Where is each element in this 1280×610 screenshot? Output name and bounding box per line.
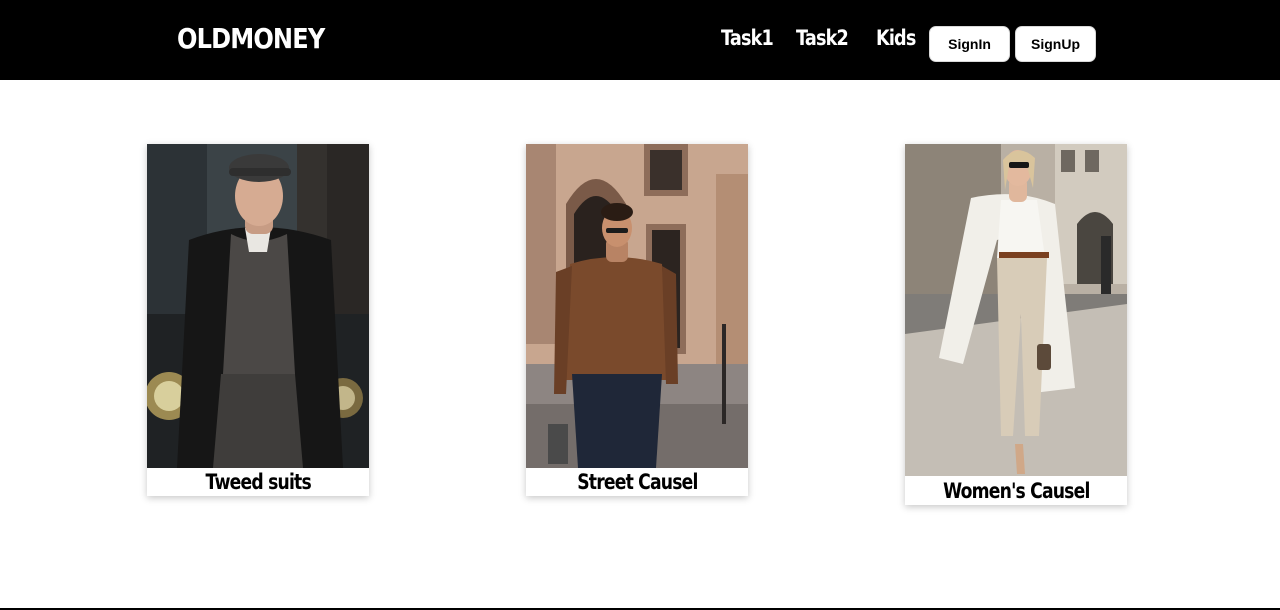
nav-link-task2[interactable]: Task2 xyxy=(796,26,849,50)
card-caption: Women's Causel xyxy=(942,479,1090,503)
card-image-street-causel xyxy=(526,144,748,468)
nav-link-kids[interactable]: Kids xyxy=(876,26,916,50)
card-caption: Tweed suits xyxy=(205,470,311,494)
site-logo[interactable]: OLDMONEY xyxy=(177,22,325,55)
card-womens-causel[interactable]: Women's Causel xyxy=(905,144,1127,505)
card-street-causel[interactable]: Street Causel xyxy=(526,144,748,496)
card-caption: Street Causel xyxy=(576,470,698,494)
card-image-tweed-suits xyxy=(147,144,369,468)
nav-link-task1[interactable]: Task1 xyxy=(721,26,774,50)
card-tweed-suits[interactable]: Tweed suits xyxy=(147,144,369,496)
card-image-womens-causel xyxy=(905,144,1127,476)
signup-button[interactable]: SignUp xyxy=(1015,26,1096,62)
top-navbar: OLDMONEY Task1 Task2 Kids SignIn SignUp xyxy=(0,0,1280,80)
signin-button[interactable]: SignIn xyxy=(929,26,1010,62)
